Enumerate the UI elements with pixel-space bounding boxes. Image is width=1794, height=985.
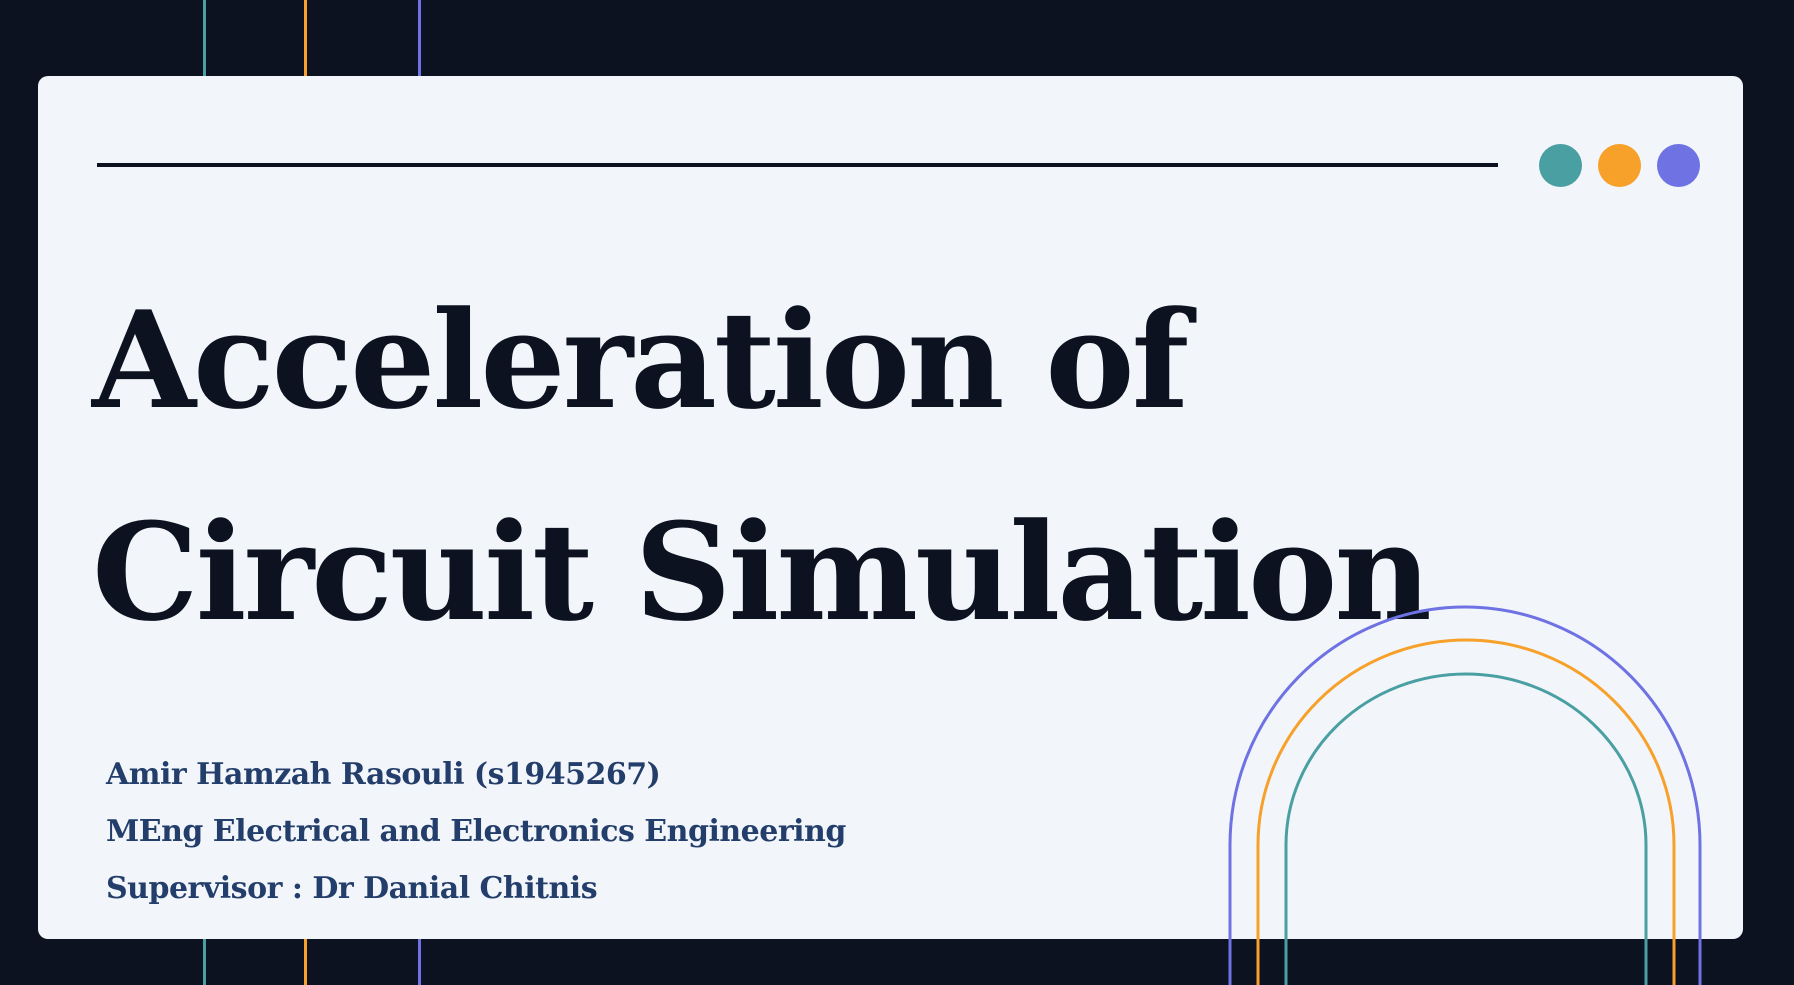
slide-title: Acceleration of Circuit Simulation [92, 254, 1432, 678]
author-name: Amir Hamzah Rasouli (s1945267) [106, 757, 661, 792]
header-rule [97, 163, 1498, 167]
purple-dot-icon [1657, 144, 1700, 187]
title-line-1: Acceleration of [92, 281, 1189, 439]
supervisor-name: Supervisor : Dr Danial Chitnis [106, 871, 598, 906]
slide-card: Acceleration of Circuit Simulation Amir … [38, 76, 1743, 939]
presenter-info: Amir Hamzah Rasouli (s1945267) MEng Elec… [106, 746, 846, 917]
teal-dot-icon [1539, 144, 1582, 187]
programme-name: MEng Electrical and Electronics Engineer… [106, 814, 846, 849]
orange-dot-icon [1598, 144, 1641, 187]
title-line-2: Circuit Simulation [92, 493, 1432, 651]
slide-canvas: Acceleration of Circuit Simulation Amir … [0, 0, 1794, 985]
